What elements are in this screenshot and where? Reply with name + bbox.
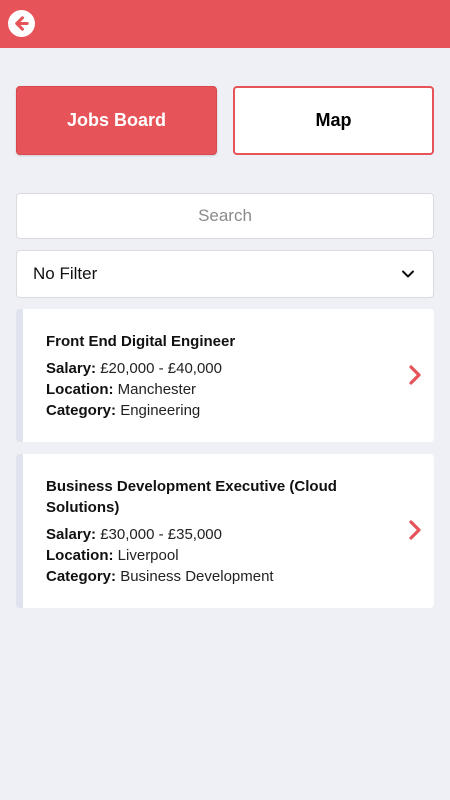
back-button[interactable] xyxy=(8,10,35,37)
chevron-down-icon xyxy=(402,270,414,278)
location-label: Location: xyxy=(46,381,114,398)
tab-map-label: Map xyxy=(315,110,352,130)
job-salary: Salary: £30,000 - £35,000 xyxy=(46,524,222,545)
job-title: Business Development Executive (Cloud So… xyxy=(46,478,337,516)
salary-value: £20,000 - £40,000 xyxy=(100,360,222,377)
location-label: Location: xyxy=(46,547,114,564)
tab-jobs-board-label: Jobs Board xyxy=(66,110,167,130)
salary-label: Salary: xyxy=(46,526,97,543)
category-value: Engineering xyxy=(120,402,201,419)
location-value: Manchester xyxy=(117,381,197,398)
category-value: Business Development xyxy=(120,568,274,585)
category-label: Category: xyxy=(46,568,117,585)
salary-value: £30,000 - £35,000 xyxy=(100,526,222,543)
salary-label: Salary: xyxy=(46,360,97,377)
job-location: Location: Manchester xyxy=(46,379,196,400)
category-label: Category: xyxy=(46,402,117,419)
tab-map[interactable]: Map xyxy=(233,86,434,155)
filter-select[interactable]: No Filter xyxy=(16,250,434,298)
job-title: Front End Digital Engineer xyxy=(46,333,236,350)
search-input[interactable] xyxy=(16,193,434,239)
tab-jobs-board[interactable]: Jobs Board xyxy=(16,86,217,155)
job-location: Location: Liverpool xyxy=(46,545,179,566)
view-tabs: Jobs Board Map xyxy=(16,86,434,156)
top-bar xyxy=(0,0,450,48)
job-card[interactable]: Business Development Executive (Cloud So… xyxy=(16,454,434,608)
location-value: Liverpool xyxy=(117,547,179,564)
job-category: Category: Business Development xyxy=(46,566,274,587)
chevron-right-icon[interactable] xyxy=(408,364,422,386)
chevron-right-icon[interactable] xyxy=(408,519,422,541)
arrow-left-icon xyxy=(15,16,29,31)
job-category: Category: Engineering xyxy=(46,400,200,421)
job-card[interactable]: Front End Digital Engineer Salary: £20,0… xyxy=(16,309,434,442)
job-salary: Salary: £20,000 - £40,000 xyxy=(46,358,222,379)
filter-selected-value: No Filter xyxy=(33,264,98,283)
